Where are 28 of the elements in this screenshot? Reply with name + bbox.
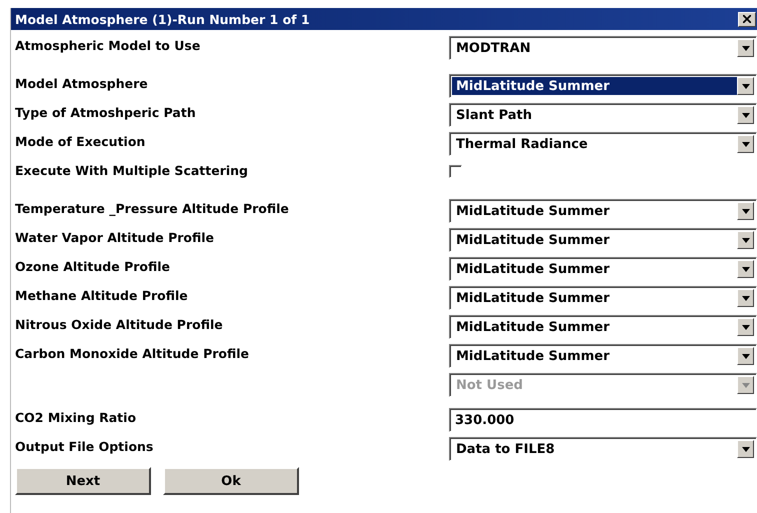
dropdown[interactable]: MidLatitude Summer [449, 344, 757, 368]
next-button[interactable]: Next [15, 467, 151, 495]
dropdown[interactable]: MODTRAN [449, 36, 757, 60]
field-label: Nitrous Oxide Altitude Profile [15, 316, 224, 332]
dropdown[interactable]: MidLatitude Summer [449, 228, 757, 252]
field-label: Type of Atmoshperic Path [15, 104, 197, 120]
field-label: Ozone Altitude Profile [15, 258, 172, 274]
dropdown[interactable]: MidLatitude Summer [449, 315, 757, 339]
ok-button[interactable]: Ok [163, 467, 299, 495]
window-title: Model Atmosphere (1)-Run Number 1 of 1 [15, 12, 310, 26]
dropdown[interactable]: MidLatitude Summer [449, 286, 757, 310]
field-label: Water Vapor Altitude Profile [15, 229, 216, 245]
dropdown[interactable]: Thermal Radiance [449, 132, 757, 156]
dropdown[interactable]: MidLatitude Summer [449, 199, 757, 223]
dropdown[interactable]: Data to FILE8 [449, 437, 757, 461]
field-label: CO2 Mixing Ratio [15, 409, 138, 425]
dropdown[interactable]: MidLatitude Summer [449, 257, 757, 281]
field-label: Methane Altitude Profile [15, 287, 189, 303]
field-label: Carbon Monoxide Altitude Profile [15, 345, 250, 361]
field-label: Output File Options [15, 438, 154, 454]
field-label: Model Atmosphere [15, 75, 149, 91]
field-label: Execute With Multiple Scattering [15, 162, 250, 178]
field-label: Temperature _Pressure Altitude Profile [15, 200, 290, 216]
input-field[interactable]: 330.000 [449, 408, 757, 432]
dropdown[interactable]: Slant Path [449, 103, 757, 127]
field-label: Mode of Execution [15, 133, 146, 149]
field-label: Atmospheric Model to Use [15, 37, 202, 53]
dropdown[interactable]: MidLatitude Summer [449, 74, 757, 98]
